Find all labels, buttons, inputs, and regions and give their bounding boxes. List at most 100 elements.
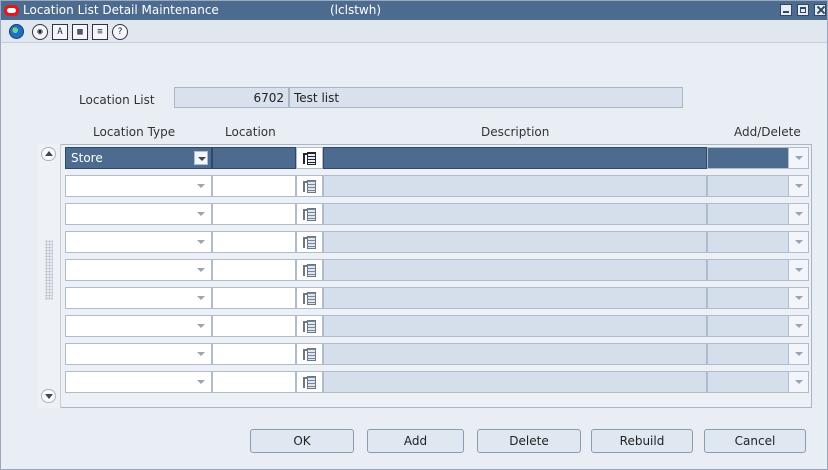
location-input[interactable] [212,371,296,393]
table-row[interactable] [65,259,809,281]
location-type-select[interactable] [65,343,212,365]
add-delete-value [708,288,788,308]
chevron-down-icon[interactable] [788,148,808,168]
location-lov-button[interactable] [296,203,323,225]
location-lov-button[interactable] [296,231,323,253]
scroll-up-icon[interactable] [41,147,56,161]
add-delete-select[interactable] [707,315,809,337]
location-input[interactable] [212,147,296,169]
location-type-value: Store [71,151,103,165]
location-lov-button[interactable] [296,147,323,169]
chevron-down-icon[interactable] [194,235,208,249]
window: Location List Detail Maintenance (lclstw… [0,0,828,470]
chevron-down-icon[interactable] [788,176,808,196]
location-type-select[interactable] [65,287,212,309]
location-input[interactable] [212,175,296,197]
chevron-down-icon[interactable] [194,319,208,333]
table-row[interactable] [65,315,809,337]
window-title: Location List Detail Maintenance [23,3,219,17]
scroll-down-icon[interactable] [41,389,56,403]
location-lov-button[interactable] [296,175,323,197]
location-type-select[interactable] [65,175,212,197]
ok-button[interactable]: OK [250,429,354,453]
title-bar[interactable]: Location List Detail Maintenance (lclstw… [1,1,827,20]
add-delete-value [708,148,788,168]
chevron-down-icon[interactable] [194,179,208,193]
location-input[interactable] [212,343,296,365]
globe-icon[interactable] [6,22,26,41]
table-row[interactable] [65,371,809,393]
chevron-down-icon[interactable] [788,204,808,224]
chevron-down-icon[interactable] [194,375,208,389]
list-of-values-icon [303,375,316,390]
location-type-select[interactable]: Store [65,147,212,169]
chevron-down-icon[interactable] [194,263,208,277]
chevron-down-icon[interactable] [788,232,808,252]
location-lov-button[interactable] [296,343,323,365]
description-field [323,371,707,393]
add-delete-select[interactable] [707,287,809,309]
chevron-down-icon[interactable] [194,291,208,305]
location-input[interactable] [212,315,296,337]
location-type-select[interactable] [65,231,212,253]
context-icon[interactable]: A [50,22,70,41]
add-delete-select[interactable] [707,147,809,169]
table-row[interactable]: Store [65,147,809,169]
chevron-down-icon[interactable] [194,347,208,361]
question-icon[interactable]: ? [110,22,130,41]
help-icon-glyph: ◉ [32,23,48,40]
chevron-down-icon[interactable] [194,151,208,165]
help-icon[interactable]: ◉ [30,22,50,41]
add-delete-select[interactable] [707,175,809,197]
description-field [323,231,707,253]
list-of-values-icon [303,179,316,194]
table-row[interactable] [65,287,809,309]
notepad-icon[interactable]: ≡ [90,22,110,41]
table-row[interactable] [65,203,809,225]
location-type-select[interactable] [65,371,212,393]
question-icon-glyph: ? [112,23,128,40]
add-delete-value [708,204,788,224]
chevron-down-icon[interactable] [788,344,808,364]
chevron-down-icon[interactable] [194,207,208,221]
calendar-icon[interactable]: ▦ [70,22,90,41]
column-header-add-delete: Add/Delete [734,125,801,139]
delete-button[interactable]: Delete [477,429,581,453]
table-row[interactable] [65,231,809,253]
location-input[interactable] [212,231,296,253]
chevron-down-icon[interactable] [788,260,808,280]
add-delete-select[interactable] [707,259,809,281]
table-row[interactable] [65,343,809,365]
location-input[interactable] [212,287,296,309]
location-lov-button[interactable] [296,371,323,393]
notepad-icon-glyph: ≡ [92,23,108,40]
location-lov-button[interactable] [296,315,323,337]
minimize-button[interactable] [780,4,792,16]
table-row[interactable] [65,175,809,197]
add-button[interactable]: Add [367,429,464,453]
description-field [323,175,707,197]
cancel-button[interactable]: Cancel [704,429,806,453]
column-header-location-type: Location Type [93,125,176,139]
location-type-select[interactable] [65,259,212,281]
add-delete-select[interactable] [707,231,809,253]
location-type-select[interactable] [65,315,212,337]
location-input[interactable] [212,203,296,225]
column-header-description: Description [481,125,550,139]
add-delete-select[interactable] [707,343,809,365]
add-delete-select[interactable] [707,371,809,393]
vertical-scrollbar[interactable] [38,144,61,408]
chevron-down-icon[interactable] [788,288,808,308]
location-type-select[interactable] [65,203,212,225]
rebuild-button[interactable]: Rebuild [591,429,693,453]
location-list-description-field: Test list [289,87,683,108]
location-lov-button[interactable] [296,287,323,309]
chevron-down-icon[interactable] [788,372,808,392]
add-delete-select[interactable] [707,203,809,225]
chevron-down-icon[interactable] [788,316,808,336]
location-input[interactable] [212,259,296,281]
close-button[interactable] [814,4,826,16]
location-lov-button[interactable] [296,259,323,281]
maximize-button[interactable] [797,4,809,16]
scroll-grip-icon[interactable] [45,240,53,300]
